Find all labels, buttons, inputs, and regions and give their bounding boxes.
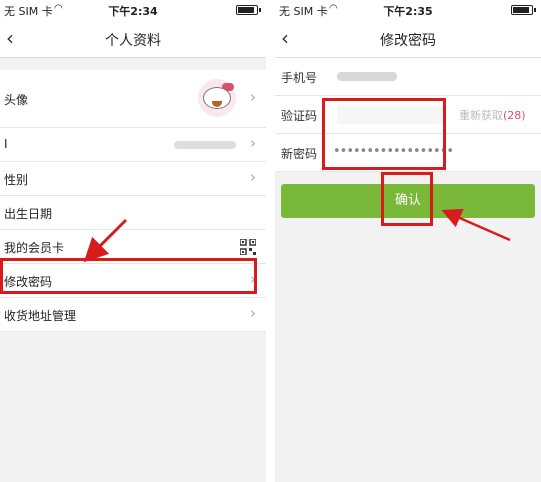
status-time: 下午2:34: [108, 5, 158, 18]
page-title: 修改密码: [380, 33, 436, 49]
row-label: 收货地址管理: [4, 309, 77, 323]
highlight-box: [381, 172, 433, 226]
chevron-right-icon: ›: [250, 168, 256, 186]
blurred-phone-value: [337, 72, 397, 81]
change-password-screen: 无 SIM 卡 ◠ 下午2:35 ‹ 修改密码 手机号 验证码 重新获取(28)…: [275, 0, 541, 482]
chevron-right-icon: ›: [250, 88, 256, 106]
row-label: 我的会员卡: [4, 241, 65, 255]
new-password-label: 新密码: [281, 147, 318, 161]
profile-row-nickname[interactable]: I ›: [0, 128, 266, 162]
chevron-right-icon: ›: [250, 134, 256, 152]
highlight-box: [0, 258, 257, 294]
row-label: I: [4, 137, 8, 151]
row-label: 出生日期: [4, 207, 53, 221]
profile-row-avatar[interactable]: 头像 ›: [0, 70, 266, 128]
resend-code-button[interactable]: 重新获取(28): [459, 107, 526, 123]
nav-bar: ‹ 修改密码: [275, 20, 541, 58]
chevron-right-icon: ›: [250, 304, 256, 322]
status-bar: 无 SIM 卡 ◠ 下午2:34: [0, 0, 266, 20]
profile-row-gender[interactable]: 性别 ›: [0, 162, 266, 196]
profile-row-address[interactable]: 收货地址管理 ›: [0, 298, 266, 332]
code-label: 验证码: [281, 109, 318, 123]
row-label: 头像: [4, 93, 29, 107]
phone-label: 手机号: [281, 71, 318, 85]
nav-bar: ‹ 个人资料: [0, 20, 266, 58]
phone-row: 手机号: [275, 58, 541, 96]
highlight-box: [322, 98, 446, 170]
status-time: 下午2:35: [383, 5, 433, 18]
screen-divider: [266, 0, 275, 482]
status-bar: 无 SIM 卡 ◠ 下午2:35: [275, 0, 541, 20]
avatar: [198, 79, 236, 117]
resend-label: 重新获取: [459, 109, 503, 122]
profile-row-birthday[interactable]: 出生日期: [0, 196, 266, 230]
resend-countdown: (28): [503, 109, 526, 122]
blurred-value: [174, 141, 236, 149]
profile-screen: 无 SIM 卡 ◠ 下午2:34 ‹ 个人资料 头像 › I › 性别 › 出生: [0, 0, 266, 482]
qr-code-icon: [240, 239, 256, 255]
battery-icon: [511, 5, 536, 15]
battery-icon: [236, 5, 261, 15]
page-title: 个人资料: [105, 33, 161, 49]
row-label: 性别: [4, 173, 29, 187]
